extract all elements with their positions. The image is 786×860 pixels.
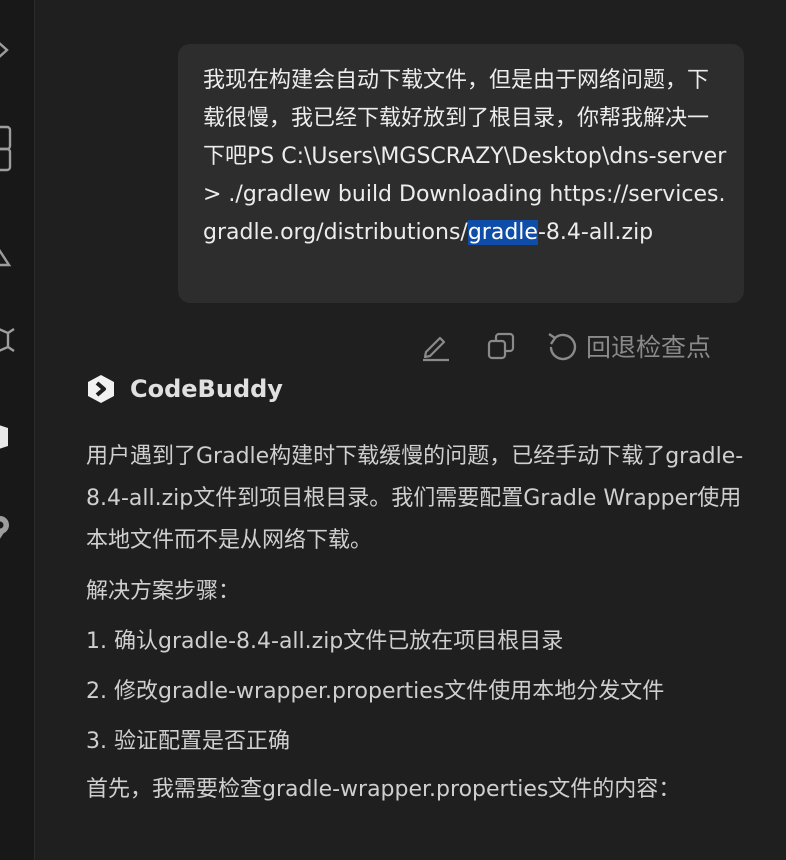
assistant-message: 用户遇到了Gradle构建时下载缓慢的问题，已经手动下载了gradle-8.4-… [86,436,746,809]
undo-icon [548,333,577,361]
assistant-header: CodeBuddy [86,372,283,406]
assistant-step: 3. 验证配置是否正确 [86,729,290,754]
files-icon[interactable] [0,124,16,172]
assistant-step: 1. 确认gradle-8.4-all.zip文件已放在项目根目录 [86,629,564,654]
checkpoint-label: 回退检查点 [586,333,712,362]
codebuddy-logo-icon [88,375,114,403]
assistant-paragraph: 用户遇到了Gradle构建时下载缓慢的问题，已经手动下载了gradle-8.4-… [86,444,744,553]
edit-button[interactable] [420,330,452,362]
user-message-text: 我现在构建会自动下载文件，但是由于网络问题，下载很慢，我已经下载好放到了根目录，… [203,62,728,252]
extensions-icon[interactable] [0,323,16,357]
copy-icon [487,332,515,360]
assistant-paragraph: 首先，我需要检查gradle-wrapper.properties文件的内容： [86,777,681,802]
map-pin-icon[interactable] [0,514,16,548]
selected-text: gradle [467,220,538,245]
chat-panel: 我现在构建会自动下载文件，但是由于网络问题，下载很慢，我已经下载好放到了根目录，… [0,0,786,860]
assistant-paragraph: 解决方案步骤： [86,579,241,604]
flask-icon[interactable] [0,243,16,269]
pencil-icon [423,336,449,362]
user-message-bubble: 我现在构建会自动下载文件，但是由于网络问题，下载很慢，我已经下载好放到了根目录，… [178,44,744,303]
copy-button[interactable] [486,331,516,361]
message-actions: 回退检查点 [420,326,711,366]
codebuddy-icon[interactable] [0,420,16,454]
user-message-text-main: 我现在构建会自动下载文件，但是由于网络问题，下载很慢，我已经下载好放到了根目录，… [203,68,727,245]
assistant-name: CodeBuddy [130,375,283,403]
chevron-right-icon[interactable] [0,37,16,63]
user-message-text-tail: -8.4-all.zip [537,220,654,245]
assistant-step: 2. 修改gradle-wrapper.properties文件使用本地分发文件 [86,679,665,704]
revert-checkpoint-button[interactable]: 回退检查点 [546,328,711,364]
activity-bar [0,0,35,860]
